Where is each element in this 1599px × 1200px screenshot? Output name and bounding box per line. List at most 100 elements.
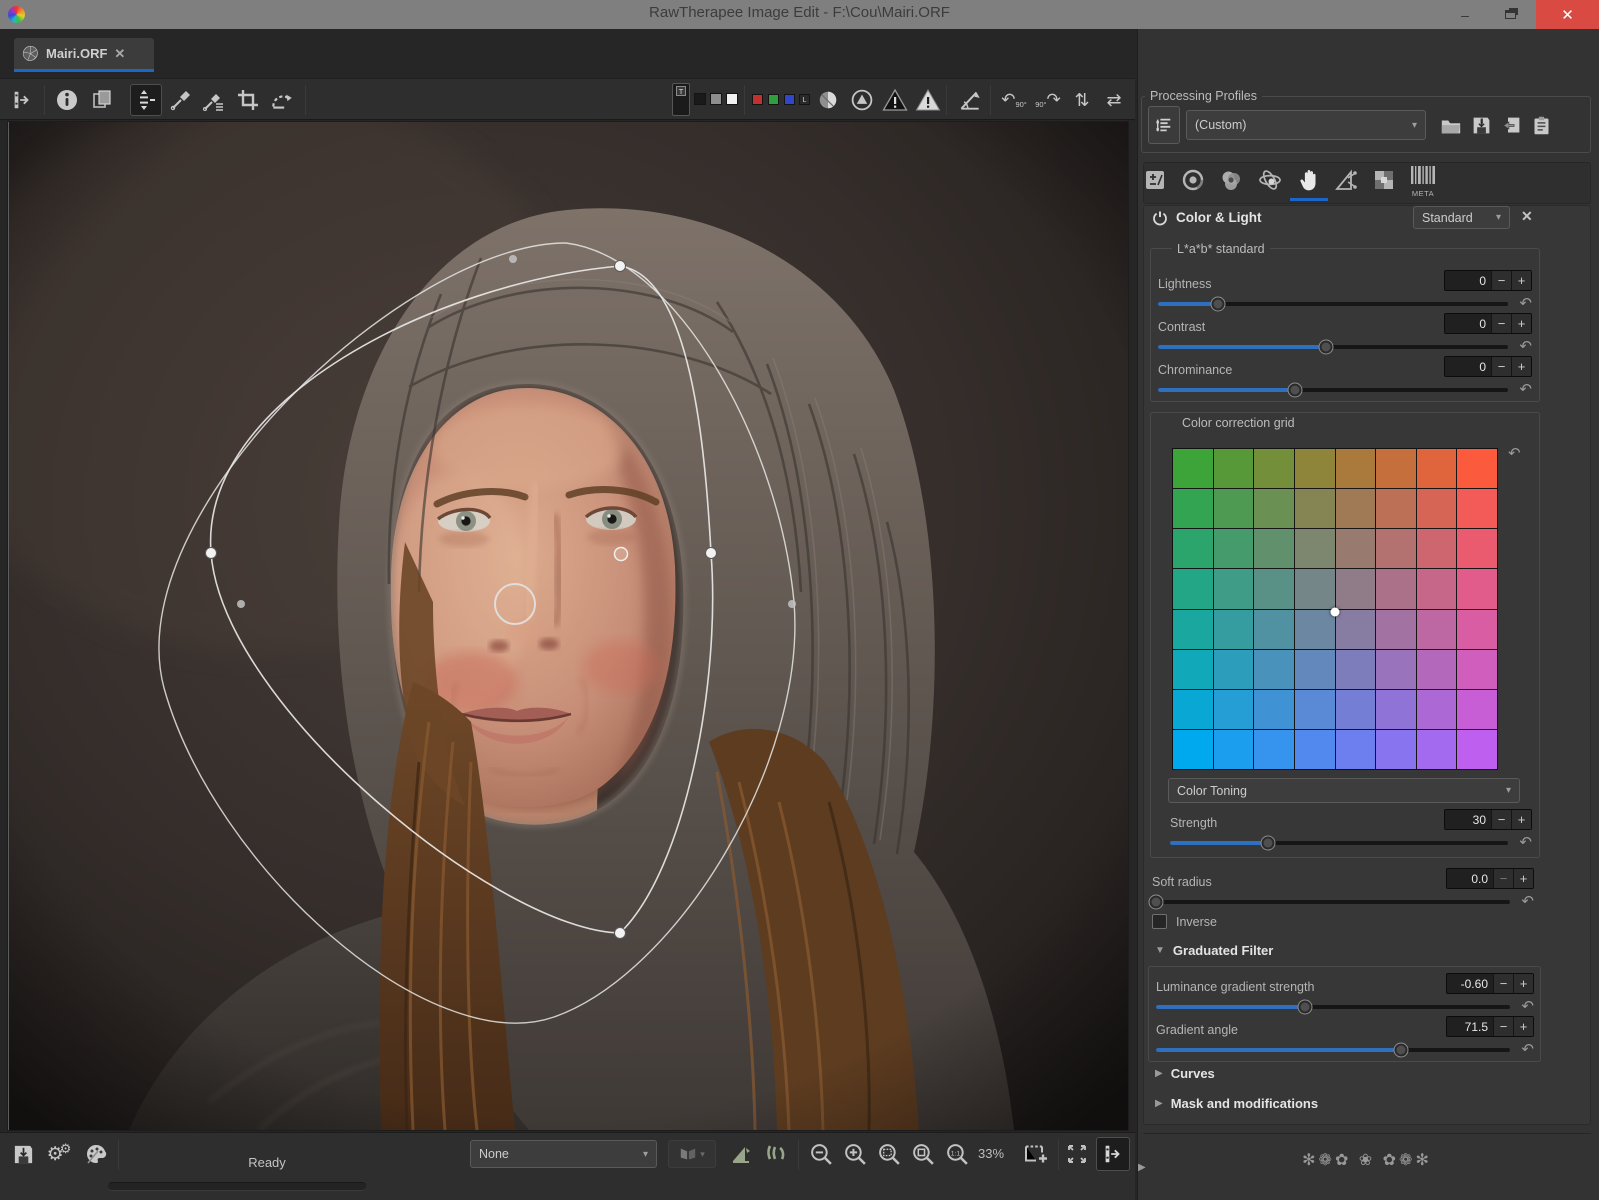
chrominance-spinbox[interactable]: 0 − + — [1444, 356, 1532, 377]
grid-cell[interactable] — [1173, 730, 1213, 769]
chrominance-slider[interactable] — [1158, 388, 1508, 392]
grid-cell[interactable] — [1376, 610, 1416, 649]
grid-cell[interactable] — [1457, 569, 1497, 608]
title-bar[interactable]: RawTherapee Image Edit - F:\Cou\Mairi.OR… — [0, 0, 1599, 29]
grid-cell[interactable] — [1173, 650, 1213, 689]
grid-cell[interactable] — [1336, 529, 1376, 568]
show-clipped-shadows-button[interactable] — [726, 1139, 756, 1169]
grid-cell[interactable] — [1376, 489, 1416, 528]
grid-cell[interactable] — [1457, 690, 1497, 729]
soft-proofing-button[interactable] — [812, 84, 844, 116]
remove-tool-button[interactable]: ✕ — [1521, 208, 1533, 225]
histogram-scale-toggle[interactable]: T — [672, 83, 690, 116]
complexity-mode-dropdown[interactable]: Standard ▾ — [1413, 206, 1510, 229]
zoom-fit-button[interactable] — [874, 1139, 904, 1169]
curves-expander[interactable]: ▶ Curves — [1155, 1066, 1215, 1081]
tab-close-icon[interactable]: ✕ — [114, 46, 125, 62]
flip-horizontal-button[interactable]: ⇄ — [1098, 84, 1130, 116]
grid-cell[interactable] — [1457, 730, 1497, 769]
grid-cell[interactable] — [1173, 449, 1213, 488]
grid-cell[interactable] — [1295, 650, 1335, 689]
grid-cell[interactable] — [1295, 610, 1335, 649]
crop-tool-button[interactable] — [232, 84, 264, 116]
hand-tool-button[interactable] — [130, 84, 162, 116]
grid-cell[interactable] — [1336, 569, 1376, 608]
reset-icon[interactable]: ↶ — [1521, 896, 1534, 908]
inverse-checkbox[interactable] — [1152, 914, 1167, 929]
decrement-button[interactable]: − — [1493, 974, 1513, 993]
slider-knob[interactable] — [1210, 297, 1225, 312]
rotate-right-90-button[interactable]: 90°↷ — [1032, 84, 1064, 116]
grid-cell[interactable] — [1254, 449, 1294, 488]
grid-cell[interactable] — [1295, 489, 1335, 528]
grid-cell[interactable] — [1457, 489, 1497, 528]
background-black-toggle[interactable] — [694, 93, 706, 105]
grid-cell[interactable] — [1254, 529, 1294, 568]
before-after-view-button[interactable] — [86, 84, 118, 116]
grid-cell[interactable] — [1417, 610, 1457, 649]
rotate-left-90-button[interactable]: ↶90° — [998, 84, 1030, 116]
slider-knob[interactable] — [1297, 1000, 1312, 1015]
luminance-gradient-slider[interactable] — [1156, 1005, 1510, 1009]
grid-cell[interactable] — [1295, 690, 1335, 729]
red-channel-toggle[interactable] — [752, 94, 763, 105]
color-correction-grid[interactable] — [1172, 448, 1498, 770]
mask-modifications-expander[interactable]: ▶ Mask and modifications — [1155, 1096, 1318, 1111]
reset-icon[interactable]: ↶ — [1519, 384, 1532, 396]
grid-cell[interactable] — [1376, 449, 1416, 488]
slider-knob[interactable] — [1261, 836, 1276, 851]
grid-cell[interactable] — [1336, 489, 1376, 528]
grid-cell[interactable] — [1295, 449, 1335, 488]
increment-button[interactable]: + — [1511, 357, 1531, 376]
copy-profile-button[interactable] — [1498, 112, 1525, 139]
grid-cell[interactable] — [1214, 730, 1254, 769]
grid-cell[interactable] — [1417, 529, 1457, 568]
decrement-button[interactable]: − — [1491, 314, 1511, 333]
paste-profile-button[interactable] — [1528, 112, 1555, 139]
grid-cell[interactable] — [1173, 529, 1213, 568]
grid-cell[interactable] — [1336, 690, 1376, 729]
tab-metadata[interactable]: META — [1410, 166, 1436, 198]
contrast-spinbox[interactable]: 0 − + — [1444, 313, 1532, 334]
grid-cell[interactable] — [1417, 690, 1457, 729]
tab-advanced[interactable] — [1258, 168, 1282, 197]
increment-button[interactable]: + — [1511, 810, 1531, 829]
grid-cell[interactable] — [1214, 449, 1254, 488]
decrement-button[interactable]: − — [1491, 810, 1511, 829]
reset-icon[interactable]: ↶ — [1519, 341, 1532, 353]
grid-cell[interactable] — [1173, 569, 1213, 608]
queue-processing-button[interactable]: ⚙⚙ — [42, 1137, 76, 1171]
grid-cell[interactable] — [1376, 690, 1416, 729]
decrement-button[interactable]: − — [1491, 357, 1511, 376]
increment-button[interactable]: + — [1513, 974, 1533, 993]
grid-cell[interactable] — [1457, 610, 1497, 649]
increment-button[interactable]: + — [1513, 1017, 1533, 1036]
blue-channel-toggle[interactable] — [784, 94, 795, 105]
grid-cell[interactable] — [1214, 610, 1254, 649]
flip-vertical-button[interactable]: ⇅ — [1066, 84, 1098, 116]
grid-cell[interactable] — [1457, 449, 1497, 488]
grid-cell[interactable] — [1336, 730, 1376, 769]
luminance-gradient-spinbox[interactable]: -0.60 − + — [1446, 973, 1534, 994]
grid-reset-icon[interactable]: ↶ — [1508, 448, 1521, 460]
angle-select-button[interactable] — [954, 84, 986, 116]
graduated-filter-expander[interactable]: ▼ Graduated Filter — [1155, 943, 1273, 958]
close-button[interactable]: ✕ — [1536, 0, 1599, 29]
grid-cell[interactable] — [1336, 650, 1376, 689]
fullscreen-button[interactable] — [1062, 1139, 1092, 1169]
color-picker-button[interactable] — [198, 84, 230, 116]
slider-knob[interactable] — [1287, 383, 1302, 398]
slider-value[interactable]: 0 — [1445, 360, 1491, 374]
luminance-channel-toggle[interactable]: L — [799, 94, 810, 105]
strength-spinbox[interactable]: 30 − + — [1444, 809, 1532, 830]
tab-detail[interactable] — [1181, 168, 1205, 197]
zoom-100-button[interactable]: 1:1 — [942, 1139, 972, 1169]
lightness-spinbox[interactable]: 0 − + — [1444, 270, 1532, 291]
grid-cell[interactable] — [1254, 730, 1294, 769]
grid-cell[interactable] — [1376, 730, 1416, 769]
increment-button[interactable]: + — [1513, 869, 1533, 888]
slider-value[interactable]: 0 — [1445, 274, 1491, 288]
grid-cell[interactable] — [1376, 569, 1416, 608]
grid-cell[interactable] — [1295, 529, 1335, 568]
grid-cell[interactable] — [1295, 569, 1335, 608]
